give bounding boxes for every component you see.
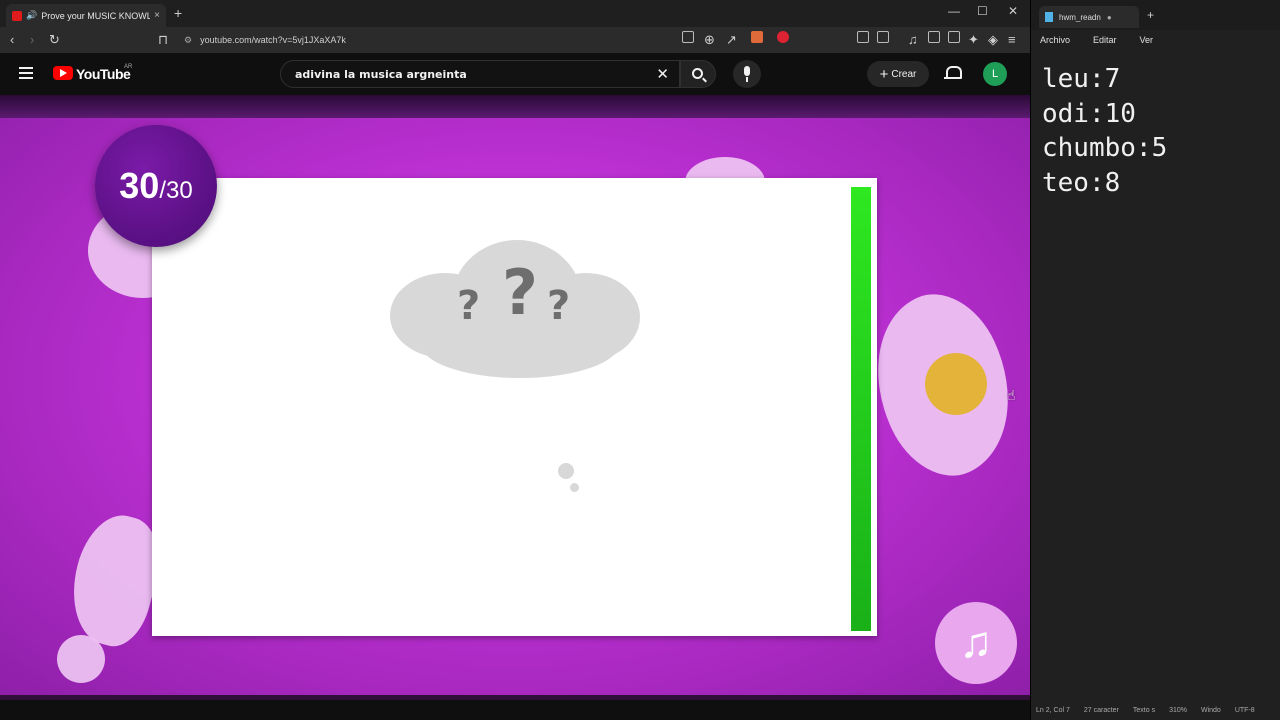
youtube-logo-text[interactable]: YouTube: [76, 66, 131, 82]
text-line: chumbo:5: [1042, 133, 1168, 163]
cast-icon[interactable]: [682, 31, 694, 43]
create-button[interactable]: + Crear: [867, 61, 929, 87]
zoom-icon[interactable]: ⊕: [704, 31, 715, 49]
video-player[interactable]: ♫ ? ? ? 30/30 ☝: [0, 95, 1030, 700]
menu-editar[interactable]: Editar: [1093, 35, 1117, 45]
media-icon[interactable]: ♫: [908, 31, 918, 49]
notepad-tab-title: hwm_readn: [1059, 12, 1101, 22]
screen: 🔊 Prove your MUSIC KNOWLEDGE × + — ☐ ✕ ‹…: [0, 0, 1280, 720]
mouse-cursor-icon: ☝: [1007, 387, 1016, 403]
tab-title: Prove your MUSIC KNOWLEDGE: [41, 10, 151, 21]
browser-tab[interactable]: 🔊 Prove your MUSIC KNOWLEDGE ×: [6, 4, 166, 27]
sidebar-icon[interactable]: [928, 31, 940, 43]
text-line: odi:10: [1042, 98, 1136, 129]
question-mark-icon: ?: [547, 283, 571, 329]
tab-strip: 🔊 Prove your MUSIC KNOWLEDGE × + — ☐ ✕: [0, 0, 1030, 27]
counter-value: 30: [119, 165, 160, 206]
url-text: youtube.com/watch?v=5vj1JXaXA7k: [200, 35, 346, 45]
notepad-status-bar: Ln 2, Col 7 27 caracter Texto s 310% Win…: [1031, 700, 1280, 720]
create-label: Crear: [891, 68, 917, 80]
menu-archivo[interactable]: Archivo: [1040, 35, 1070, 45]
vpn-icon[interactable]: ◈: [988, 31, 998, 49]
share-icon[interactable]: ↗: [726, 31, 737, 49]
brave-shield-icon[interactable]: [751, 31, 763, 43]
maximize-icon[interactable]: ☐: [977, 4, 988, 18]
cloud-bubble: [558, 463, 574, 479]
notepad-titlebar: hwm_readn ● +: [1031, 0, 1280, 30]
cloud-bubble: [570, 483, 579, 492]
youtube-header: YouTube AR adivina la musica argneinta ✕…: [0, 53, 1030, 95]
quiz-card: ? ? ?: [152, 178, 877, 636]
reload-icon[interactable]: ↻: [49, 31, 60, 49]
status-eol: Windo: [1200, 706, 1221, 714]
back-icon[interactable]: ‹: [10, 31, 14, 49]
search-icon: [692, 68, 703, 79]
unsaved-dot-icon[interactable]: ●: [1107, 13, 1112, 22]
extension-icon[interactable]: [857, 31, 869, 43]
voice-search-icon[interactable]: [733, 60, 761, 88]
site-info-icon[interactable]: ⚙: [184, 35, 192, 46]
menu-icon[interactable]: ≡: [1008, 31, 1016, 49]
question-counter: 30/30: [95, 125, 217, 247]
menu-ver[interactable]: Ver: [1140, 35, 1154, 45]
country-code: AR: [124, 64, 133, 70]
text-line: leu:7: [1042, 64, 1121, 94]
youtube-favicon-icon: [12, 10, 22, 21]
minimize-icon[interactable]: —: [948, 4, 960, 18]
notepad-menu: Archivo Editar Ver: [1031, 30, 1280, 50]
notepad-editor[interactable]: leu:7 odi:10 chumbo:5 teo:8: [1031, 52, 1280, 697]
address-bar[interactable]: ⚙ youtube.com/watch?v=5vj1JXaXA7k: [178, 30, 708, 50]
text-line: teo:8: [1042, 167, 1121, 198]
browser-window: 🔊 Prove your MUSIC KNOWLEDGE × + — ☐ ✕ ‹…: [0, 0, 1030, 720]
rewards-icon[interactable]: [777, 31, 789, 43]
decorative-dot: [57, 635, 105, 683]
plus-icon: +: [879, 65, 889, 83]
search-button[interactable]: [680, 60, 716, 88]
video-top-band: [0, 95, 1030, 118]
search-input[interactable]: adivina la musica argneinta: [295, 68, 467, 81]
file-icon: [1045, 12, 1053, 22]
leo-icon[interactable]: ✦: [968, 31, 979, 49]
music-note-icon: ♫: [935, 602, 1017, 684]
status-format: Texto s: [1132, 706, 1156, 714]
status-chars: 27 caracter: [1083, 706, 1119, 714]
navigation-bar: ‹ › ↻ ⊓ ⚙ youtube.com/watch?v=5vj1JXaXA7…: [0, 27, 1030, 53]
status-encoding: UTF-8: [1234, 706, 1255, 714]
search-box[interactable]: adivina la musica argneinta ✕: [280, 60, 680, 88]
speaker-icon[interactable]: 🔊: [26, 10, 37, 21]
forward-icon[interactable]: ›: [30, 31, 34, 49]
bookmark-icon[interactable]: ⊓: [158, 31, 168, 49]
question-mark-icon: ?: [457, 283, 481, 329]
counter-total: /30: [159, 177, 193, 204]
notepad-window: hwm_readn ● + Archivo Editar Ver leu:7 o…: [1030, 0, 1280, 720]
notifications-icon[interactable]: [944, 65, 962, 81]
video-bottom-band: [0, 695, 1030, 700]
coin-icon: [925, 353, 987, 415]
clear-search-icon[interactable]: ✕: [656, 65, 669, 83]
close-window-icon[interactable]: ✕: [1008, 4, 1018, 18]
youtube-logo-icon[interactable]: [53, 66, 73, 80]
timer-bar: [851, 187, 871, 631]
wallet-icon[interactable]: [948, 31, 960, 43]
screenshot-icon[interactable]: [877, 31, 889, 43]
status-zoom: 310%: [1169, 706, 1187, 714]
status-position: Ln 2, Col 7: [1036, 706, 1070, 714]
question-mark-icon: ?: [502, 256, 538, 329]
hamburger-menu-icon[interactable]: [19, 67, 33, 79]
new-tab-button[interactable]: +: [174, 5, 182, 21]
close-tab-icon[interactable]: ×: [154, 10, 160, 21]
avatar[interactable]: L: [983, 62, 1007, 86]
notepad-tab[interactable]: hwm_readn ●: [1039, 6, 1139, 28]
notepad-new-tab-button[interactable]: +: [1147, 8, 1154, 22]
